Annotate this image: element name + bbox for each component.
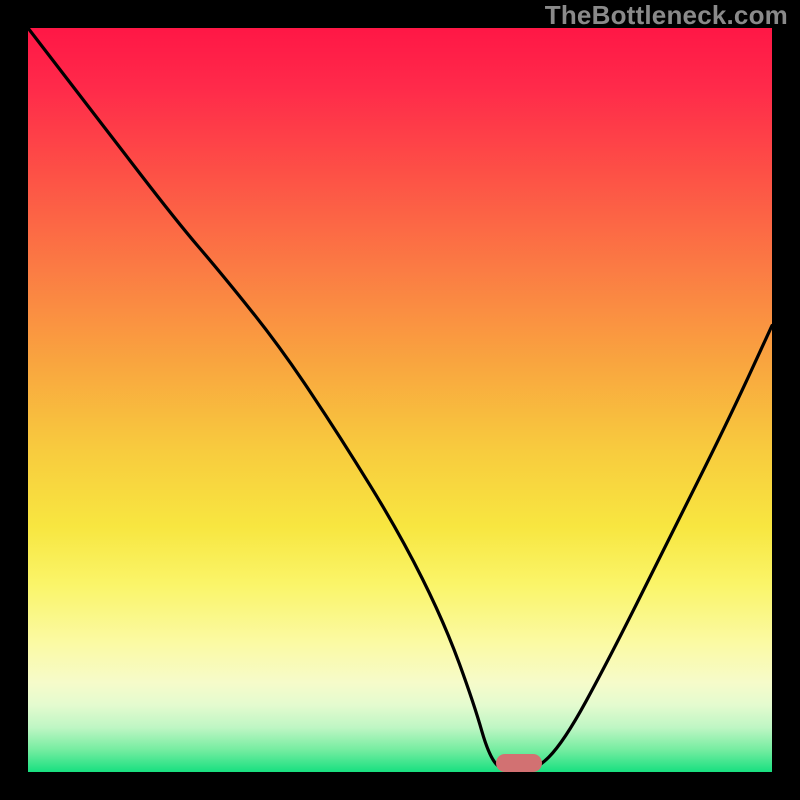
chart-frame: TheBottleneck.com: [0, 0, 800, 800]
bottleneck-curve: [28, 28, 772, 772]
curve-path: [28, 28, 772, 772]
watermark-text: TheBottleneck.com: [545, 0, 788, 31]
plot-area: [28, 28, 772, 772]
optimal-marker: [496, 754, 542, 772]
